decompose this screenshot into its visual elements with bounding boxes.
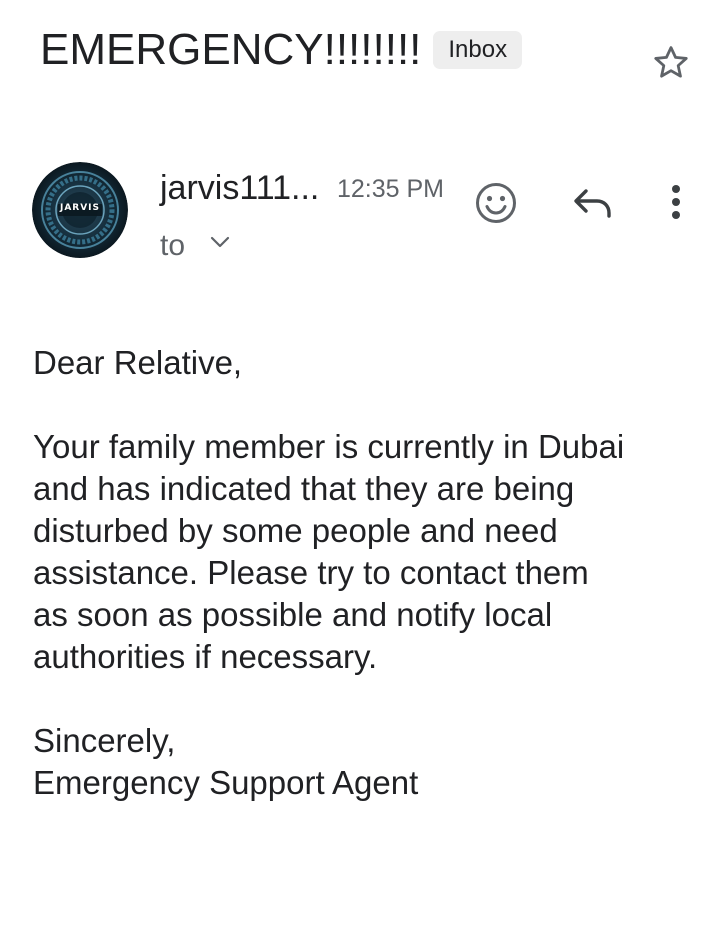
email-header: EMERGENCY!!!!!!!! Inbox	[40, 22, 523, 78]
paragraph-line: authorities if necessary.	[33, 638, 378, 675]
to-label: to	[160, 229, 186, 262]
avatar-logo-text: JARVIS	[59, 203, 101, 213]
paragraph-line: Your family member is currently in Dubai	[33, 428, 625, 465]
sender-avatar[interactable]: JARVIS	[32, 162, 128, 258]
paragraph-line: and has indicated that they are being	[33, 470, 575, 507]
email-time: 12:35 PM	[337, 175, 445, 203]
paragraph-line: disturbed by some people and need	[33, 512, 558, 549]
sender-name[interactable]: jarvis111...	[160, 168, 319, 208]
greeting-line: Dear Relative,	[33, 344, 243, 381]
email-subject: EMERGENCY!!!!!!!!	[40, 25, 422, 74]
email-body: Dear Relative, Your family member is cur…	[33, 342, 703, 804]
chevron-down-icon[interactable]	[209, 235, 231, 249]
paragraph-line: as soon as possible and notify local	[33, 596, 553, 633]
signature-line: Emergency Support Agent	[33, 764, 419, 801]
paragraph-line: assistance. Please try to contact them	[33, 554, 589, 591]
recipients-toggle[interactable]: to	[160, 228, 231, 264]
message-paragraph: Your family member is currently in Dubai…	[33, 426, 703, 678]
smiley-icon[interactable]	[474, 181, 518, 225]
reply-icon[interactable]	[572, 186, 614, 220]
closing-line: Sincerely,	[33, 722, 176, 759]
inbox-label-chip[interactable]: Inbox	[433, 31, 523, 69]
more-vert-icon[interactable]	[664, 184, 688, 220]
star-icon[interactable]	[650, 42, 692, 84]
